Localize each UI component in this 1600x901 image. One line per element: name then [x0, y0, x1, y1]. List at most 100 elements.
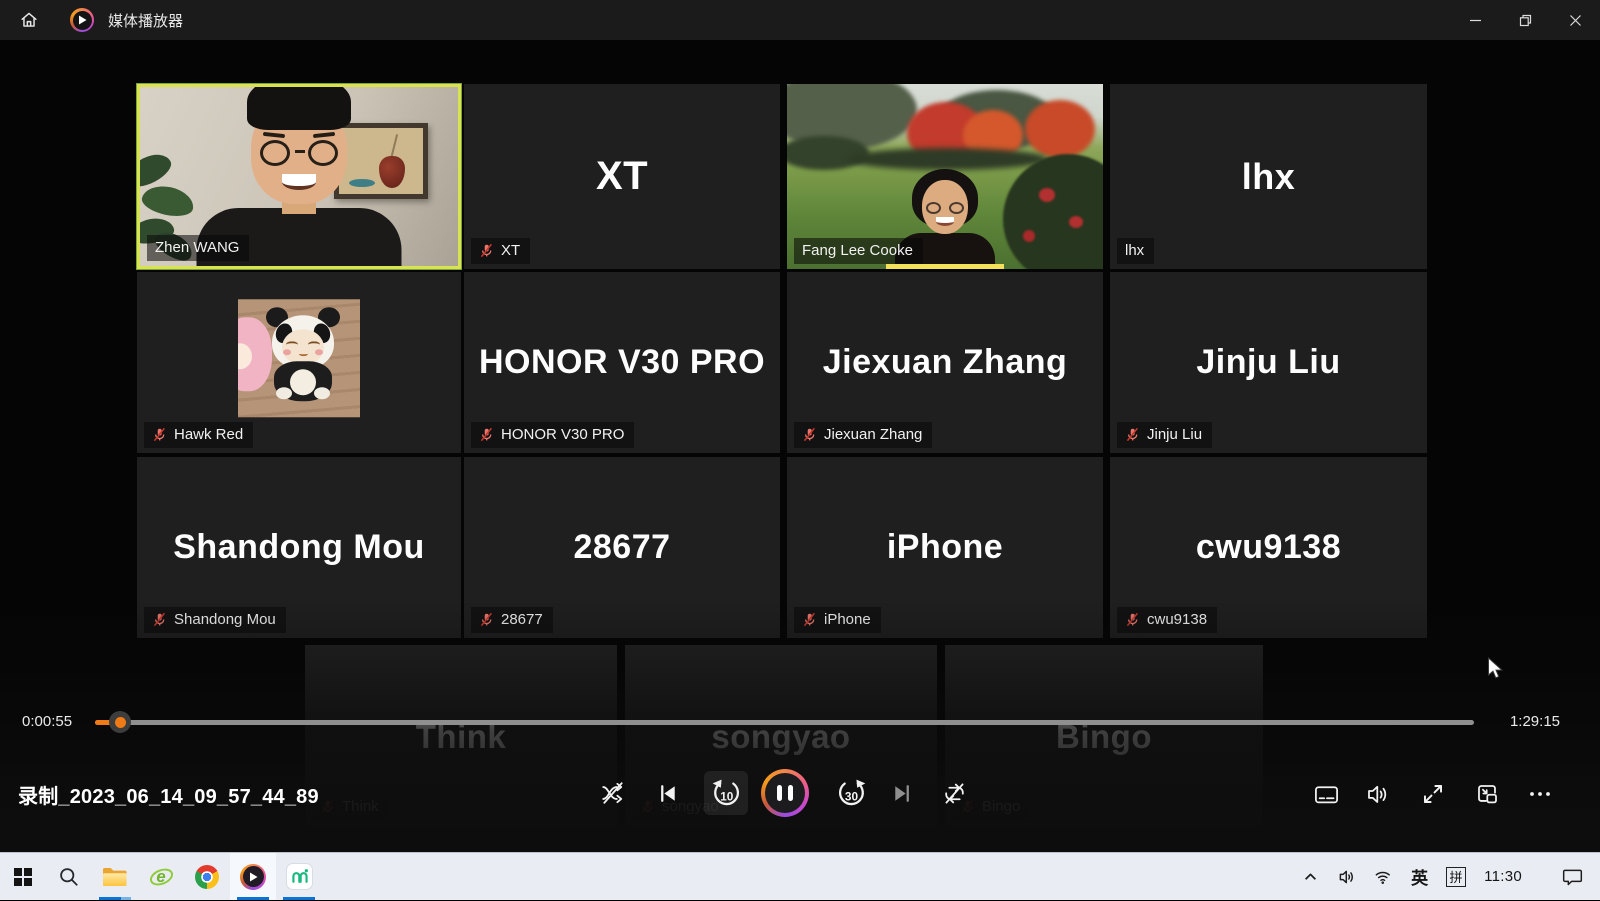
participant-tile-jinju-liu: Jinju Liu Jinju Liu — [1110, 272, 1427, 453]
title-bar: 媒体播放器 — [0, 0, 1600, 40]
more-options-button[interactable] — [1526, 780, 1554, 808]
participant-tile-lhx: lhx lhx — [1110, 84, 1427, 269]
next-icon — [888, 780, 915, 807]
clock[interactable]: 11:30 — [1477, 853, 1529, 901]
participant-tile-xt: XT XT — [464, 84, 780, 269]
minimize-icon — [1469, 14, 1482, 27]
participant-name-label: Hawk Red — [144, 422, 253, 448]
skip-back-10-button[interactable]: 10 — [704, 771, 748, 815]
system-tray: 英 拼 11:30 — [1295, 853, 1600, 900]
participant-big-name: lhx — [1110, 84, 1427, 269]
pause-icon — [765, 773, 805, 813]
participant-name-text: lhx — [1125, 242, 1144, 259]
fullscreen-button[interactable] — [1419, 780, 1447, 808]
previous-button[interactable] — [653, 778, 683, 808]
participant-name-text: XT — [501, 242, 520, 259]
hawk-red-avatar — [238, 299, 360, 417]
participant-name-text: HONOR V30 PRO — [501, 426, 624, 443]
seek-bar[interactable] — [95, 720, 1474, 725]
video-area[interactable]: Zhen WANG XT XT — [0, 40, 1600, 852]
tray-volume-icon — [1337, 868, 1356, 886]
repeat-button[interactable] — [939, 778, 969, 808]
close-icon — [1569, 14, 1582, 27]
taskbar-chrome-button[interactable] — [184, 853, 230, 900]
pause-button[interactable] — [761, 769, 809, 817]
participant-name-label: Fang Lee Cooke — [794, 238, 923, 264]
skip-back-10-icon: 10 — [710, 777, 743, 810]
muted-mic-icon — [479, 243, 494, 258]
window-title: 媒体播放器 — [108, 0, 183, 40]
chrome-icon — [195, 865, 219, 889]
active-speaker-bar — [886, 264, 1004, 269]
taskbar-green-e-browser-button[interactable]: e — [138, 853, 184, 900]
taskbar-green-app-button[interactable] — [276, 853, 322, 900]
fullscreen-icon — [1420, 781, 1446, 807]
participant-name-text: Jiexuan Zhang — [824, 426, 922, 443]
restore-button[interactable] — [1500, 0, 1550, 40]
muted-mic-icon — [479, 427, 494, 442]
clock-text: 11:30 — [1484, 868, 1522, 885]
muted-mic-icon — [1125, 427, 1140, 442]
green-e-browser-icon: e — [149, 864, 174, 889]
participant-name-text: Fang Lee Cooke — [802, 242, 913, 259]
minimize-button[interactable] — [1450, 0, 1500, 40]
green-app-icon — [287, 864, 312, 889]
media-player-app-icon — [70, 8, 94, 32]
restore-icon — [1519, 14, 1532, 27]
home-button[interactable] — [14, 6, 44, 34]
search-icon — [58, 866, 80, 888]
ime-language-indicator[interactable]: 英 — [1404, 853, 1435, 901]
notification-bubble-icon — [1562, 867, 1583, 886]
participant-tile-zhen-wang: Zhen WANG — [137, 84, 461, 269]
taskbar: e — [0, 852, 1600, 900]
participant-name-text: Hawk Red — [174, 426, 243, 443]
shuffle-button[interactable] — [598, 778, 628, 808]
start-button[interactable] — [0, 853, 46, 900]
participant-name-label: XT — [471, 238, 530, 264]
participant-name-label: HONOR V30 PRO — [471, 422, 634, 448]
participant-tile-fang-lee-cooke: Fang Lee Cooke — [787, 84, 1103, 269]
taskbar-media-player-button[interactable] — [230, 853, 276, 900]
participant-tile-jiexuan-zhang: Jiexuan Zhang Jiexuan Zhang — [787, 272, 1103, 453]
taskbar-file-explorer-button[interactable] — [92, 853, 138, 900]
mini-player-button[interactable] — [1473, 780, 1501, 808]
media-title: 录制_2023_06_14_09_57_44_89 — [18, 780, 319, 809]
participant-name-text: Zhen WANG — [155, 239, 239, 256]
tray-volume[interactable] — [1330, 853, 1363, 901]
file-explorer-icon — [102, 866, 128, 887]
previous-icon — [655, 780, 682, 807]
svg-text:30: 30 — [844, 789, 858, 803]
action-center-button[interactable] — [1555, 853, 1590, 901]
svg-text:10: 10 — [720, 789, 734, 803]
seek-thumb[interactable] — [109, 711, 131, 733]
participant-name-text: Jinju Liu — [1147, 426, 1202, 443]
next-button[interactable] — [886, 778, 916, 808]
participant-name-label: lhx — [1117, 238, 1154, 264]
home-icon — [18, 9, 40, 31]
captions-button[interactable] — [1312, 780, 1340, 808]
skip-forward-30-button[interactable]: 30 — [829, 771, 873, 815]
participant-tile-honor-v30-pro: HONOR V30 PRO HONOR V30 PRO — [464, 272, 780, 453]
repeat-off-icon — [941, 780, 968, 807]
muted-mic-icon — [802, 427, 817, 442]
volume-button[interactable] — [1363, 780, 1391, 808]
windows-logo-icon — [14, 868, 32, 886]
total-duration: 1:29:15 — [1510, 713, 1560, 730]
captions-icon — [1313, 781, 1340, 808]
participant-tile-hawk-red: Hawk Red — [137, 272, 461, 453]
window-caption-buttons — [1450, 0, 1600, 40]
ime-mode-text: 拼 — [1446, 867, 1466, 887]
elapsed-time: 0:00:55 — [22, 713, 72, 730]
tray-show-hidden-icons[interactable] — [1295, 853, 1326, 901]
tray-wifi[interactable] — [1367, 853, 1400, 901]
close-button[interactable] — [1550, 0, 1600, 40]
media-player-taskbar-icon — [240, 864, 266, 890]
play-glyph-icon — [78, 15, 87, 25]
muted-mic-icon — [152, 427, 167, 442]
svg-text:e: e — [156, 867, 165, 886]
shuffle-off-icon — [600, 780, 626, 806]
taskbar-search-button[interactable] — [46, 853, 92, 900]
participant-name-label: Zhen WANG — [147, 235, 249, 261]
ime-mode-indicator[interactable]: 拼 — [1439, 853, 1473, 901]
ime-language-text: 英 — [1411, 864, 1428, 889]
